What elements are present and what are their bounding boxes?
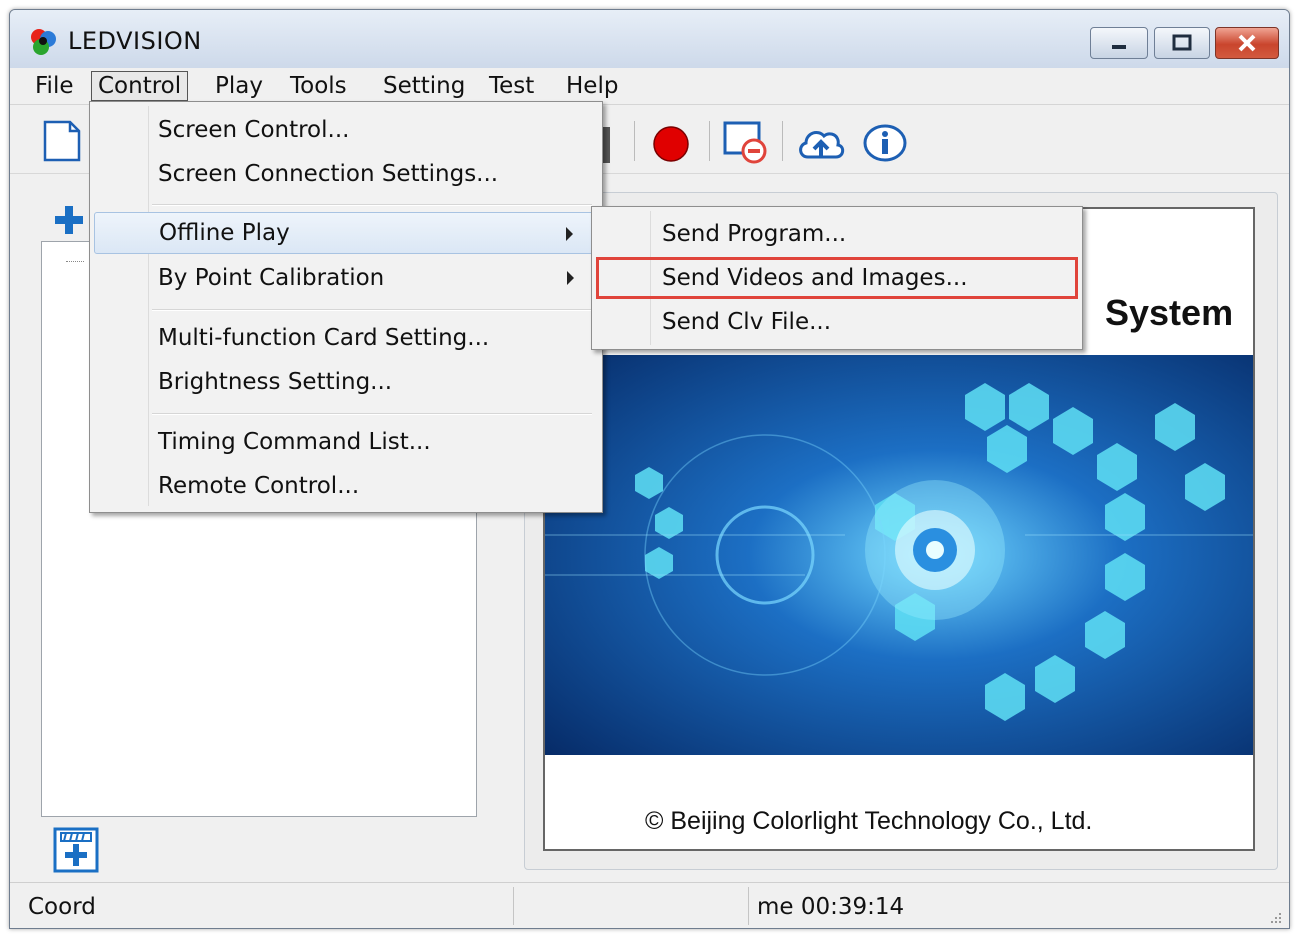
- stop-screen-icon[interactable]: [722, 119, 770, 165]
- maximize-button[interactable]: [1154, 27, 1210, 59]
- menu-item-remote-control[interactable]: Remote Control...: [94, 465, 596, 507]
- window-title: LEDVISION: [68, 27, 202, 55]
- status-bar: Coord me 00:39:14: [10, 882, 1289, 928]
- menu-item-brightness-setting[interactable]: Brightness Setting...: [94, 361, 596, 403]
- toolbar-separator: [634, 121, 635, 161]
- splash-copyright: © Beijing Colorlight Technology Co., Ltd…: [645, 807, 1093, 835]
- menu-bar: File Control Play Tools Setting Test Hel…: [10, 68, 1289, 105]
- title-bar[interactable]: LEDVISION: [10, 10, 1289, 68]
- menu-separator: [152, 309, 592, 311]
- menu-item-label: By Point Calibration: [158, 265, 385, 291]
- splash-banner-image: [545, 355, 1253, 755]
- control-menu-dropdown: Screen Control... Screen Connection Sett…: [89, 101, 603, 513]
- status-time: me 00:39:14: [757, 894, 905, 920]
- menu-item-label: Offline Play: [159, 220, 290, 246]
- menu-setting[interactable]: Setting: [377, 71, 471, 101]
- minimize-button[interactable]: [1090, 27, 1148, 59]
- new-file-icon[interactable]: [42, 120, 82, 162]
- tree-dotted-line: [66, 261, 84, 262]
- menu-item-multi-function-card-setting[interactable]: Multi-function Card Setting...: [94, 317, 596, 359]
- cloud-upload-icon[interactable]: [796, 123, 846, 163]
- resize-grip-icon[interactable]: [1267, 909, 1283, 925]
- minimize-icon: [1112, 45, 1126, 49]
- info-icon[interactable]: [862, 123, 908, 163]
- status-coord: Coord: [28, 894, 96, 920]
- record-icon[interactable]: [652, 125, 690, 163]
- menu-help[interactable]: Help: [560, 71, 624, 101]
- splash-title: System: [1105, 292, 1234, 333]
- menu-test[interactable]: Test: [483, 71, 540, 101]
- submenu-arrow-icon: [566, 227, 573, 241]
- menu-tools[interactable]: Tools: [284, 71, 353, 101]
- menu-item-send-program[interactable]: Send Program...: [596, 213, 1078, 255]
- menu-item-send-videos-and-images[interactable]: Send Videos and Images...: [596, 257, 1078, 299]
- status-separator: [513, 887, 514, 925]
- add-icon[interactable]: [53, 204, 85, 236]
- ledvision-logo-icon: [31, 29, 56, 55]
- menu-item-timing-command-list[interactable]: Timing Command List...: [94, 421, 596, 463]
- close-icon: [1238, 34, 1256, 52]
- menu-item-by-point-calibration[interactable]: By Point Calibration: [94, 257, 596, 299]
- status-separator: [748, 887, 749, 925]
- menu-item-offline-play[interactable]: Offline Play: [94, 212, 596, 254]
- close-button[interactable]: [1215, 27, 1279, 59]
- toolbar-separator: [782, 121, 783, 161]
- submenu-arrow-icon: [567, 271, 574, 285]
- menu-item-screen-connection-settings[interactable]: Screen Connection Settings...: [94, 153, 596, 195]
- menu-item-send-clv-file[interactable]: Send Clv File...: [596, 301, 1078, 343]
- menu-control[interactable]: Control: [91, 71, 189, 101]
- offline-play-submenu: Send Program... Send Videos and Images..…: [591, 206, 1083, 350]
- toolbar-separator: [709, 121, 710, 161]
- menu-play[interactable]: Play: [209, 71, 269, 101]
- menu-item-screen-control[interactable]: Screen Control...: [94, 109, 596, 151]
- menu-separator: [152, 204, 592, 206]
- menu-file[interactable]: File: [29, 71, 80, 101]
- maximize-icon: [1172, 34, 1192, 51]
- menu-separator: [152, 413, 592, 415]
- add-program-icon[interactable]: [53, 827, 99, 873]
